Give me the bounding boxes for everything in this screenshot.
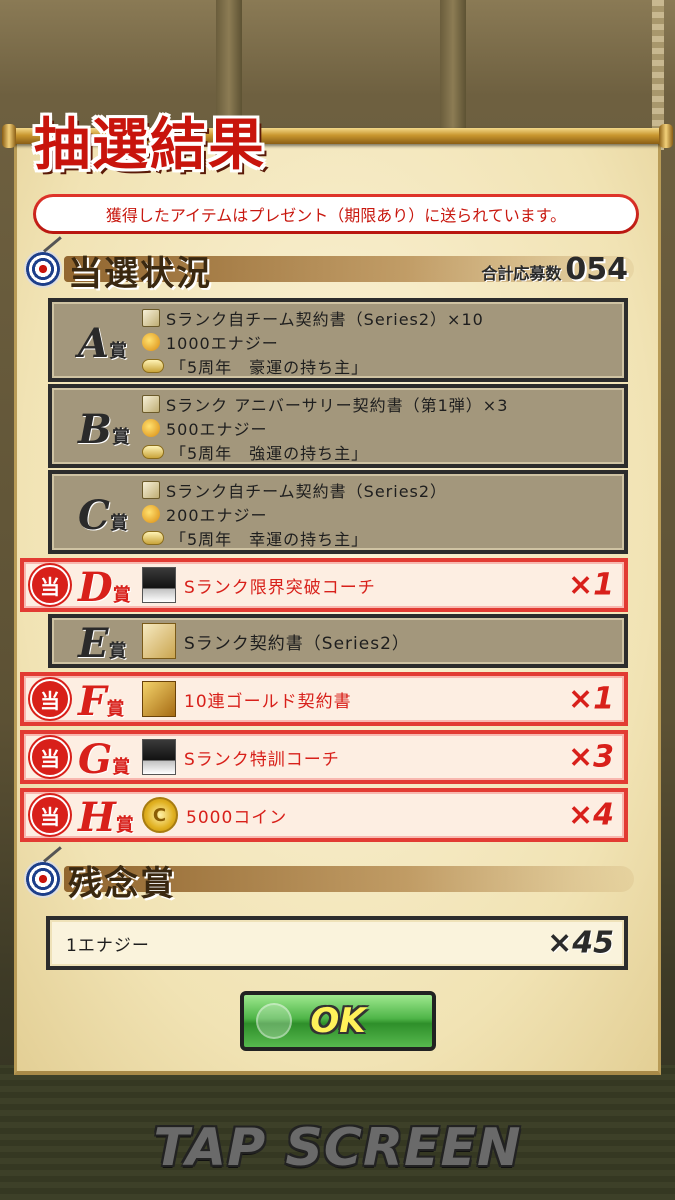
applicant-total-count: 054 [565,252,628,287]
prize-row-e: E賞 Sランク契約書（Series2） [48,614,628,668]
prize-row-a: A賞 Sランク自チーム契約書（Series2）×10 1000エナジー 「5周年… [48,298,628,382]
prize-rank: E賞 [78,620,127,667]
prize-item: Sランク契約書（Series2） [142,618,410,664]
prize-row-g: 当 G賞 Sランク特訓コーチ ×3 [20,730,628,784]
prize-row-d: 当 D賞 Sランク限界突破コーチ ×1 [20,558,628,612]
prize-item: Sランク限界突破コーチ [142,562,376,608]
applicant-total-label: 合計応募数 [481,264,562,283]
coin-icon: C [142,797,178,833]
prize-item: Sランク アニバーサリー契約書（第1弾）×3 [142,392,508,416]
title-badge-icon [142,359,164,373]
coach-card-icon [142,739,176,775]
consolation-multiplier: ×45 [547,925,614,961]
gold-contract-icon [142,681,176,717]
prize-multiplier: ×1 [567,681,614,717]
ok-button[interactable]: OK [240,991,436,1051]
title-badge-icon [142,531,164,545]
page-title: 抽選結果 [34,112,266,178]
win-stamp-icon: 当 [30,679,70,719]
contract-card-icon [142,623,176,659]
prize-row-f: 当 F賞 10連ゴールド契約書 ×1 [20,672,628,726]
target-icon [24,846,62,898]
prize-item: Sランク自チーム契約書（Series2）×10 [142,306,484,330]
applicant-total: 合計応募数 054 [481,252,628,287]
emblem-icon [256,1003,292,1039]
prize-item: 10連ゴールド契約書 [142,676,352,722]
prize-rank: F賞 [78,678,125,725]
coach-card-icon [142,567,176,603]
energy-icon [142,505,160,523]
energy-icon [142,333,160,351]
prize-rank: C賞 [78,492,128,539]
prize-multiplier: ×4 [567,797,614,833]
win-stamp-icon: 当 [30,565,70,605]
rod-knob [659,124,673,148]
prize-rank: D賞 [78,564,131,611]
prize-item: Sランク自チーム契約書（Series2） [142,478,447,502]
contract-card-icon [142,309,160,327]
consolation-item: 1エナジー [66,935,150,956]
results-title: 当選状況 [68,254,212,294]
prize-item: 「5周年 豪運の持ち主」 [142,354,484,378]
consolation-title: 残念賞 [68,864,176,904]
prize-row-b: B賞 Sランク アニバーサリー契約書（第1弾）×3 500エナジー 「5周年 強… [48,384,628,468]
prize-multiplier: ×1 [567,567,614,603]
title-badge-icon [142,445,164,459]
prize-item: 200エナジー [142,502,447,526]
prize-multiplier: ×3 [567,739,614,775]
contract-card-icon [142,481,160,499]
prize-item: Sランク特訓コーチ [142,734,340,780]
results-heading: 当選状況 合計応募数 054 [24,236,634,294]
notice-text: 獲得したアイテムはプレゼント（期限あり）に送られています。 [36,197,636,231]
contract-card-icon [142,395,160,413]
prize-item: 500エナジー [142,416,508,440]
tap-screen-prompt[interactable]: TAP SCREEN [0,1118,675,1178]
prize-rank: H賞 [78,794,134,841]
win-stamp-icon: 当 [30,737,70,777]
ok-button-label: OK [310,1001,366,1041]
prize-item: C 5000コイン [142,792,287,838]
prize-rank: G賞 [78,736,131,783]
prize-row-c: C賞 Sランク自チーム契約書（Series2） 200エナジー 「5周年 幸運の… [48,470,628,554]
rod-knob [2,124,16,148]
win-stamp-icon: 当 [30,795,70,835]
prize-item: 1000エナジー [142,330,484,354]
notice-banner: 獲得したアイテムはプレゼント（期限あり）に送られています。 [33,194,639,234]
prize-row-h: 当 H賞 C 5000コイン ×4 [20,788,628,842]
prize-rank: A賞 [78,320,128,367]
consolation-row: 1エナジー ×45 [46,916,628,970]
prize-rank: B賞 [78,406,130,453]
consolation-heading: 残念賞 [24,846,634,904]
background-pillar [440,0,466,140]
energy-icon [142,419,160,437]
prize-item: 「5周年 強運の持ち主」 [142,440,508,464]
prize-item: 「5周年 幸運の持ち主」 [142,526,447,550]
target-icon [24,236,62,288]
